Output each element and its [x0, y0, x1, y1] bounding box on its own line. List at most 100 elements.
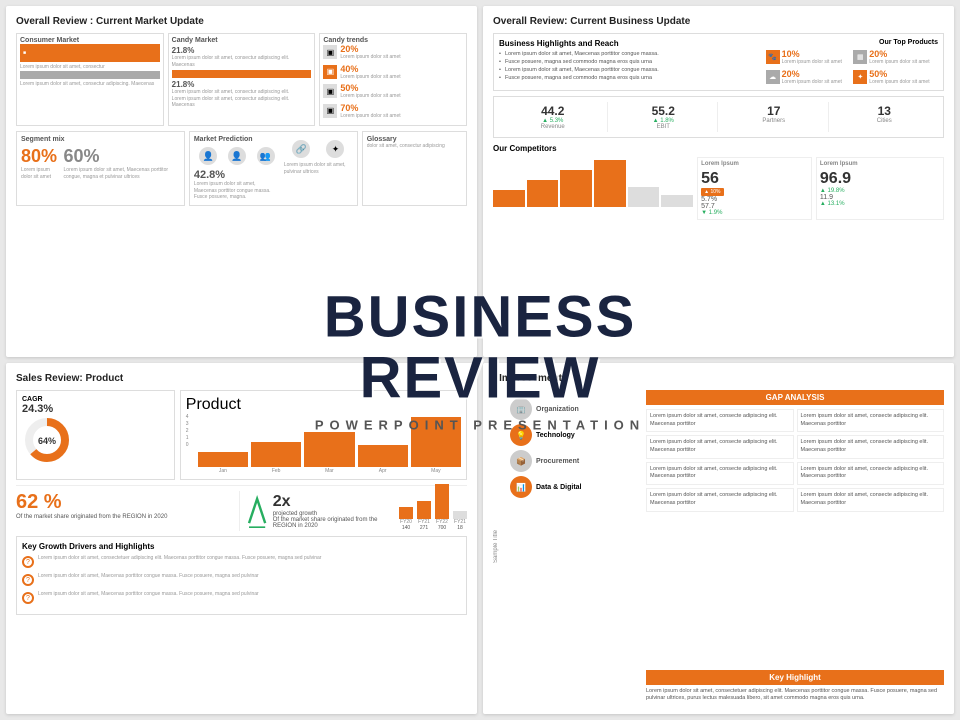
key-icon-1: ? [22, 556, 34, 568]
slide1-title: Overall Review : Current Market Update [16, 16, 467, 27]
bar-mar: Mar [304, 432, 354, 474]
bar-apr: Apr [358, 445, 408, 474]
slide1-row2: Segment mix 80% Lorem ipsum dolor sit am… [16, 131, 467, 206]
gap-cell-1-1: Lorem ipsum dolor sit amet, consecte adi… [646, 409, 794, 432]
comp-col-lorem2: Lorem Ipsum 96.9 ▲ 19.8% 11.9 ▲ 13.1% [816, 157, 944, 220]
gap-cell-4-1: Lorem ipsum dolor sit amet, consecte adi… [646, 488, 794, 511]
highlights-title: Business Highlights and Reach [499, 39, 758, 48]
key-icon-3: ? [22, 592, 34, 604]
metric-revenue: 44.2 ▲ 5.3% Revenue [499, 102, 608, 132]
competitors-title: Our Competitors [493, 144, 944, 153]
product-2: ▦ 20% Lorem ipsum dolor sit amet [853, 49, 938, 66]
candy-item-3: ▣ 50% Lorem ipsum dolor sit amet [323, 83, 463, 100]
highlights-right: Our Top Products 🐾 10% Lorem ipsum dolor… [766, 39, 938, 85]
market-share-stat: 62 % Of the market share originated from… [16, 491, 240, 531]
imp-row-org: 🏢 Organization [510, 398, 642, 420]
comp-bar-5 [628, 187, 660, 207]
candy-market-block: Candy Market 21.8% Lorem ipsum dolor sit… [168, 33, 316, 126]
metric-ebit: 55.2 ▲ 1.8% EBIT [610, 102, 719, 132]
slide-2: Overall Review: Current Business Update … [483, 6, 954, 357]
bullet-3: Lorem ipsum dolor sit amet, Maecenas por… [499, 67, 758, 73]
product-3: ☁ 20% Lorem ipsum dolor sit amet [766, 69, 851, 86]
product-icon-3: ☁ [766, 70, 780, 84]
slide2-title: Overall Review: Current Business Update [493, 16, 944, 27]
comp-chart [493, 157, 693, 207]
candy-trends-block: Candy trends ▣ 20% Lorem ipsum dolor sit… [319, 33, 467, 126]
imp-row-tech: 💡 Technology [510, 424, 642, 446]
candy-icon-4: ▣ [323, 104, 337, 118]
bullet-2: Fusce posuere, magna sed commodo magna e… [499, 59, 758, 65]
metric-cities: 13 Cities [831, 102, 939, 132]
top-products-grid: 🐾 10% Lorem ipsum dolor sit amet ▦ 20% L… [766, 49, 938, 85]
slide-1: Overall Review : Current Market Update C… [6, 6, 477, 357]
product-4: ✦ 50% Lorem ipsum dolor sit amet [853, 69, 938, 86]
bullet-4: Fusce posuere, magna sed commodo magna e… [499, 75, 758, 81]
consumer-market-block: Consumer Market ■ Lorem ipsum dolor sit … [16, 33, 164, 126]
metrics-row: 44.2 ▲ 5.3% Revenue 55.2 ▲ 1.8% EBIT 17 … [493, 96, 944, 138]
comp-bar-1 [493, 190, 525, 208]
highlights-box: Business Highlights and Reach Lorem ipsu… [493, 33, 944, 91]
comp-bar-6 [661, 195, 693, 208]
orange-bar-1: ■ [20, 44, 160, 62]
slide-3: Sales Review: Product CAGR 24.3% 64% Pro… [6, 363, 477, 714]
growth-arrow [245, 491, 269, 531]
candy-icon-2: ▣ [323, 65, 337, 79]
data-icon: 📊 [510, 476, 532, 498]
gap-cell-4-2: Lorem ipsum dolor sit amet, consecte adi… [797, 488, 945, 511]
main-grid: Overall Review : Current Market Update C… [0, 0, 960, 720]
svg-text:64%: 64% [38, 436, 56, 446]
bar-may: May [411, 417, 461, 474]
gap-cell-3-1: Lorem ipsum dolor sit amet, consecte adi… [646, 462, 794, 485]
product-icon-1: 🐾 [766, 50, 780, 64]
candy-item-1: ▣ 20% Lorem ipsum dolor sit amet [323, 44, 463, 61]
mini-bar-chart: FY20 140 FY21 271 FY22 700 [399, 491, 467, 531]
comp-col-lorem: Lorem Ipsum 56 ▲ 10% 5.7% 57.7 ▼ 1.9% [697, 157, 812, 220]
glossary-block: Glossary dolor sit amet, consectur adipi… [362, 131, 467, 206]
highlights-left: Business Highlights and Reach Lorem ipsu… [499, 39, 758, 85]
key-icon-2: ? [22, 574, 34, 586]
gap-cell-1-2: Lorem ipsum dolor sit amet, consecte adi… [797, 409, 945, 432]
cagr-block: CAGR 24.3% 64% [16, 390, 175, 480]
key-item-3: ? Lorem ipsum dolor sit amet, Maecenas p… [22, 591, 461, 604]
market-pred-block: Market Prediction 👤 👤 👥 42.8% Lorem ipsu… [189, 131, 358, 206]
bar-feb: Feb [251, 442, 301, 474]
gap-cell-3-2: Lorem ipsum dolor sit amet, consecte adi… [797, 462, 945, 485]
comp-bar-3 [560, 170, 592, 208]
donut-chart: 64% [22, 415, 72, 465]
proc-icon: 📦 [510, 450, 532, 472]
person-icon-2: 👤 [228, 147, 246, 165]
candy-item-2: ▣ 40% Lorem ipsum dolor sit amet [323, 64, 463, 81]
bar-jan: Jan [198, 452, 248, 474]
slide3-title: Sales Review: Product [16, 373, 467, 384]
competitors-grid: Lorem Ipsum 56 ▲ 10% 5.7% 57.7 ▼ 1.9% Lo… [493, 157, 944, 220]
network-icon: 🔗 [292, 140, 310, 158]
gap-cell-2-1: Lorem ipsum dolor sit amet, consecte adi… [646, 435, 794, 458]
key-highlight-text: Lorem ipsum dolor sit amet, consectetuer… [646, 688, 944, 703]
growth-stat: 2x projected growth Of the market share … [245, 491, 468, 531]
product-1: 🐾 10% Lorem ipsum dolor sit amet [766, 49, 851, 66]
org-icon: 🏢 [510, 398, 532, 420]
tech-icon: 💡 [510, 424, 532, 446]
top-products-title: Our Top Products [766, 39, 938, 46]
gap-cell-2-2: Lorem ipsum dolor sit amet, consecte adi… [797, 435, 945, 458]
product-icon-4: ✦ [853, 70, 867, 84]
slide4-title: : Improvement [493, 373, 944, 384]
bar-chart-block: Product 4 3 2 1 0 Jan Feb [180, 390, 467, 480]
key-item-1: ? Lorem ipsum dolor sit amet, consectetu… [22, 555, 461, 568]
slide1-row1: Consumer Market ■ Lorem ipsum dolor sit … [16, 33, 467, 126]
person-icon-3: 👥 [257, 147, 275, 165]
candy-icon-1: ▣ [323, 45, 337, 59]
sample-title: Sample Title [493, 390, 507, 703]
segment-block: Segment mix 80% Lorem ipsum dolor sit am… [16, 131, 185, 206]
slide-4: : Improvement Sample Title 🏢 Organizatio… [483, 363, 954, 714]
candy-icon-3: ▣ [323, 84, 337, 98]
gray-bar-1 [20, 71, 160, 79]
imp-row-proc: 📦 Procurement [510, 450, 642, 472]
key-highlight-label: Key Highlight [646, 670, 944, 685]
gap-analysis-header: GAP ANALYSIS [646, 390, 944, 405]
comp-bar-2 [527, 180, 559, 208]
key-item-2: ? Lorem ipsum dolor sit amet, Maecenas p… [22, 573, 461, 586]
candy-item-4: ▣ 70% Lorem ipsum dolor sit amet [323, 103, 463, 120]
bullet-1: Lorem ipsum dolor sit amet, Maecenas por… [499, 51, 758, 57]
metric-partners: 17 Partners [720, 102, 829, 132]
